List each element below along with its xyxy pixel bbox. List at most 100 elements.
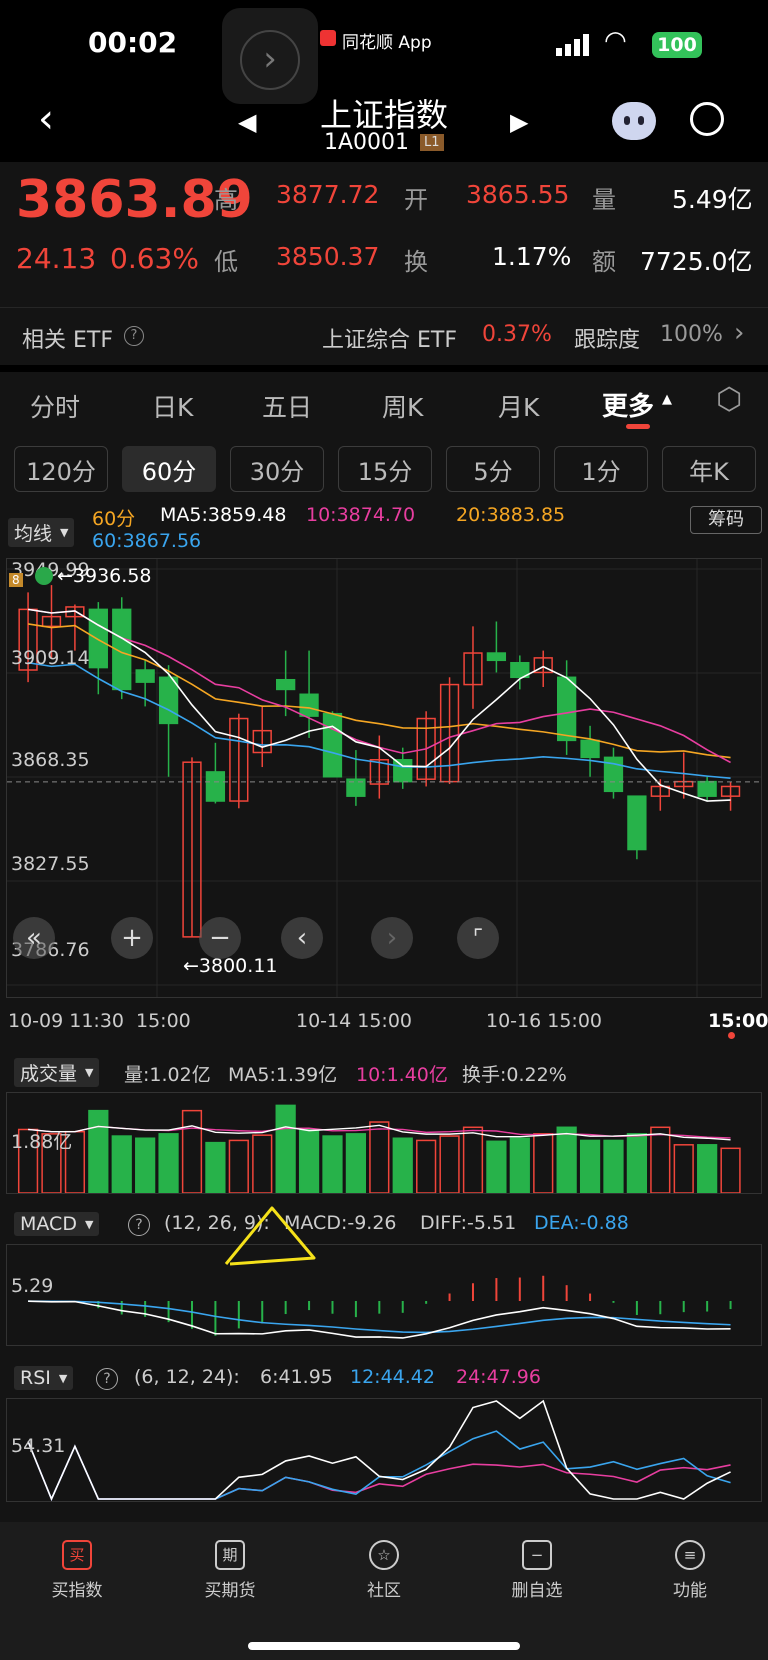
- back-icon[interactable]: ‹: [38, 96, 54, 142]
- chips-button[interactable]: 筹码: [690, 506, 762, 534]
- nav-buy-index[interactable]: 买买指数: [17, 1540, 137, 1601]
- legend-ma5: MA5:3859.48: [160, 504, 287, 526]
- nav-label: 买指数: [51, 1581, 103, 1601]
- chart-tabs: 分时 日K 五日 周K 月K 更多 ▲ ⬡: [0, 372, 768, 434]
- period-5[interactable]: 5分: [446, 446, 540, 492]
- volume-bar: [345, 1133, 367, 1193]
- track-value: 100%: [660, 322, 723, 347]
- community-icon: ☆: [369, 1540, 399, 1570]
- scroll-right-icon[interactable]: ›: [371, 917, 413, 959]
- nav-community[interactable]: ☆ 社区: [324, 1540, 444, 1601]
- period-15[interactable]: 15分: [338, 446, 432, 492]
- battery-icon: 100: [652, 32, 702, 58]
- robot-assistant-icon[interactable]: [612, 102, 656, 140]
- tab-daily[interactable]: 日K: [152, 388, 193, 424]
- volume-bar: [88, 1109, 109, 1193]
- volume-bar: [579, 1139, 601, 1193]
- title-bar: ‹ ◀ 上证指数 1A0001 L1 ▶: [0, 90, 768, 162]
- x-tick: 10-09 11:30: [8, 1010, 125, 1032]
- volume-bar: [158, 1133, 179, 1193]
- volume-bar: [298, 1128, 320, 1193]
- volume-bar: [252, 1134, 273, 1193]
- status-time: 00:02: [88, 26, 178, 59]
- y-tick: 1.88亿: [11, 1131, 73, 1153]
- macd-selector[interactable]: MACD ▼: [14, 1212, 100, 1236]
- prev-stock-icon[interactable]: ◀: [238, 108, 256, 136]
- rsi-chart[interactable]: 54.31: [6, 1398, 762, 1502]
- zoom-in-icon[interactable]: +: [111, 917, 153, 959]
- max-price-label: ←3936.58: [57, 565, 152, 587]
- zoom-out-double-left-icon[interactable]: «: [13, 917, 55, 959]
- nav-buy-futures[interactable]: 期买期货: [170, 1540, 290, 1601]
- turnover-label: 换: [404, 248, 428, 276]
- volume-bar: [135, 1137, 156, 1193]
- track-label: 跟踪度: [574, 328, 641, 353]
- open-label: 开: [404, 186, 428, 214]
- macd-chart[interactable]: 5.29: [6, 1244, 762, 1346]
- next-stock-icon[interactable]: ▶: [510, 108, 528, 136]
- period-60[interactable]: 60分: [122, 446, 216, 492]
- tab-more[interactable]: 更多: [602, 386, 654, 423]
- volume-turnover: 换手:0.22%: [462, 1064, 567, 1086]
- legend-ma20: 20:3883.85: [456, 504, 566, 526]
- volume-bar: [392, 1137, 413, 1193]
- nav-functions[interactable]: ≡ 功能: [630, 1540, 750, 1601]
- y-tick: 5.29: [11, 1275, 54, 1297]
- ma-selector[interactable]: 均线 ▼: [8, 518, 75, 547]
- zoom-out-icon[interactable]: −: [199, 917, 241, 959]
- event-badge[interactable]: 8: [9, 573, 23, 587]
- settings-hex-icon[interactable]: ⬡: [716, 382, 742, 417]
- help-icon[interactable]: ?: [124, 326, 144, 346]
- menu-icon: ≡: [675, 1540, 705, 1570]
- etf-pct: 0.37%: [482, 322, 552, 347]
- bottom-nav: 买买指数 期买期货 ☆ 社区 − 删自选 ≡ 功能: [0, 1522, 768, 1660]
- volume-bar: [369, 1121, 390, 1193]
- futures-icon: 期: [215, 1540, 245, 1570]
- x-tick: 15:00: [136, 1010, 191, 1032]
- period-1[interactable]: 1分: [554, 446, 648, 492]
- candle-body: [205, 771, 226, 802]
- open-value: 3865.55: [466, 180, 570, 209]
- tab-weekly[interactable]: 周K: [382, 388, 423, 424]
- y-tick: 3909.14: [11, 647, 90, 669]
- candlestick-chart[interactable]: 3949.99 3909.14 3868.35 3827.55 3786.76 …: [6, 558, 762, 998]
- rsi12-line: [27, 1430, 731, 1501]
- event-marker-icon[interactable]: [35, 567, 53, 585]
- legend-ma10: 10:3874.70: [306, 504, 416, 526]
- period-120[interactable]: 120分: [14, 446, 108, 492]
- tab-timeshare[interactable]: 分时: [30, 388, 80, 424]
- candle-body: [486, 652, 507, 662]
- help-icon[interactable]: ?: [96, 1368, 118, 1390]
- search-icon[interactable]: [690, 102, 724, 136]
- candle-body: [627, 795, 647, 851]
- high-value: 3877.72: [276, 180, 380, 209]
- related-etf-bar[interactable]: 相关 ETF ? 上证综合 ETF 0.37% 跟踪度 100% ›: [0, 307, 768, 365]
- volume-bar: [533, 1133, 554, 1193]
- scroll-left-icon[interactable]: ‹: [281, 917, 323, 959]
- tab-five-day[interactable]: 五日: [262, 388, 312, 424]
- legend-period: 60分: [92, 508, 136, 530]
- volume-ma10: 10:1.40亿: [356, 1064, 448, 1086]
- period-30[interactable]: 30分: [230, 446, 324, 492]
- rsi6-value: 6:41.95: [260, 1366, 333, 1388]
- volume-selector[interactable]: 成交量 ▼: [14, 1058, 100, 1087]
- period-year[interactable]: 年K: [662, 446, 756, 492]
- latest-dot: [728, 1032, 735, 1039]
- rsi12-value: 12:44.42: [350, 1366, 435, 1388]
- tab-indicator: [626, 424, 650, 429]
- fullscreen-icon[interactable]: ⌜: [457, 917, 499, 959]
- volume-legend: 量:1.02亿: [124, 1064, 211, 1086]
- volume-chart[interactable]: 1.88亿: [6, 1092, 762, 1194]
- amount-label: 额: [592, 248, 616, 276]
- tab-monthly[interactable]: 月K: [498, 388, 539, 424]
- volume-bar: [720, 1147, 741, 1193]
- candle-body: [322, 712, 343, 778]
- x-tick: 10-14 15:00: [296, 1010, 413, 1032]
- nav-remove-watchlist[interactable]: − 删自选: [477, 1540, 597, 1601]
- help-icon[interactable]: ?: [128, 1214, 150, 1236]
- candle-body: [276, 678, 296, 691]
- y-tick: 3827.55: [11, 853, 90, 875]
- rsi-selector[interactable]: RSI ▼: [14, 1366, 74, 1390]
- signal-icon: [556, 34, 592, 56]
- app-logo-icon: [320, 30, 336, 46]
